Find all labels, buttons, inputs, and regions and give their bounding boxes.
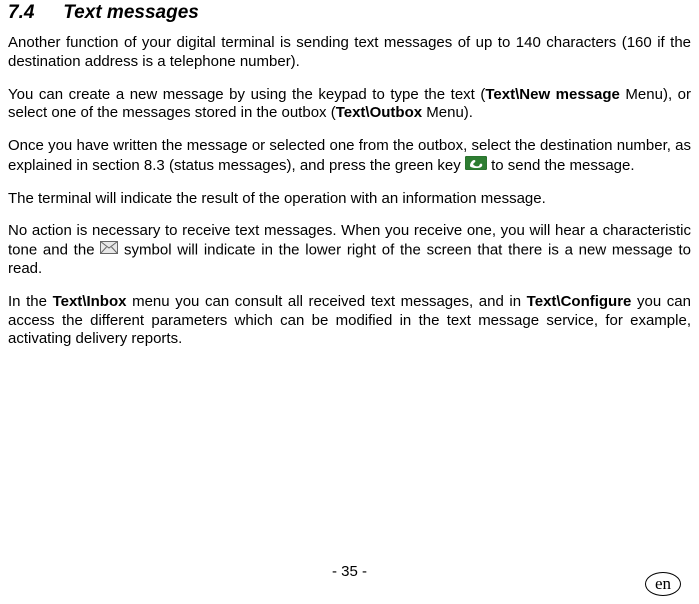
menu-path-outbox: Text\Outbox	[336, 104, 422, 121]
text-run: In the	[8, 293, 53, 310]
section-title: Text messages	[63, 2, 199, 23]
document-page: 7.4 Text messages Another function of yo…	[0, 0, 699, 604]
paragraph-4: The terminal will indicate the result of…	[8, 190, 691, 209]
paragraph-2: You can create a new message by using th…	[8, 86, 691, 124]
text-run: You can create a new message by using th…	[8, 86, 485, 103]
menu-path-configure: Text\Configure	[527, 293, 632, 310]
green-key-icon	[465, 156, 487, 176]
section-number: 7.4	[8, 2, 58, 24]
paragraph-6: In the Text\Inbox menu you can consult a…	[8, 293, 691, 349]
menu-path-new-message: Text\New message	[485, 86, 620, 103]
text-run: Menu).	[422, 104, 473, 121]
paragraph-1: Another function of your digital termina…	[8, 34, 691, 72]
envelope-icon	[100, 241, 118, 260]
paragraph-5: No action is necessary to receive text m…	[8, 222, 691, 279]
language-badge: en	[645, 572, 681, 596]
page-number: - 35 -	[332, 563, 367, 580]
page-footer: - 35 -	[0, 563, 699, 580]
text-run: to send the message.	[487, 157, 635, 174]
section-heading: 7.4 Text messages	[8, 2, 691, 24]
text-run: menu you can consult all received text m…	[126, 293, 526, 310]
paragraph-3: Once you have written the message or sel…	[8, 137, 691, 176]
menu-path-inbox: Text\Inbox	[53, 293, 127, 310]
